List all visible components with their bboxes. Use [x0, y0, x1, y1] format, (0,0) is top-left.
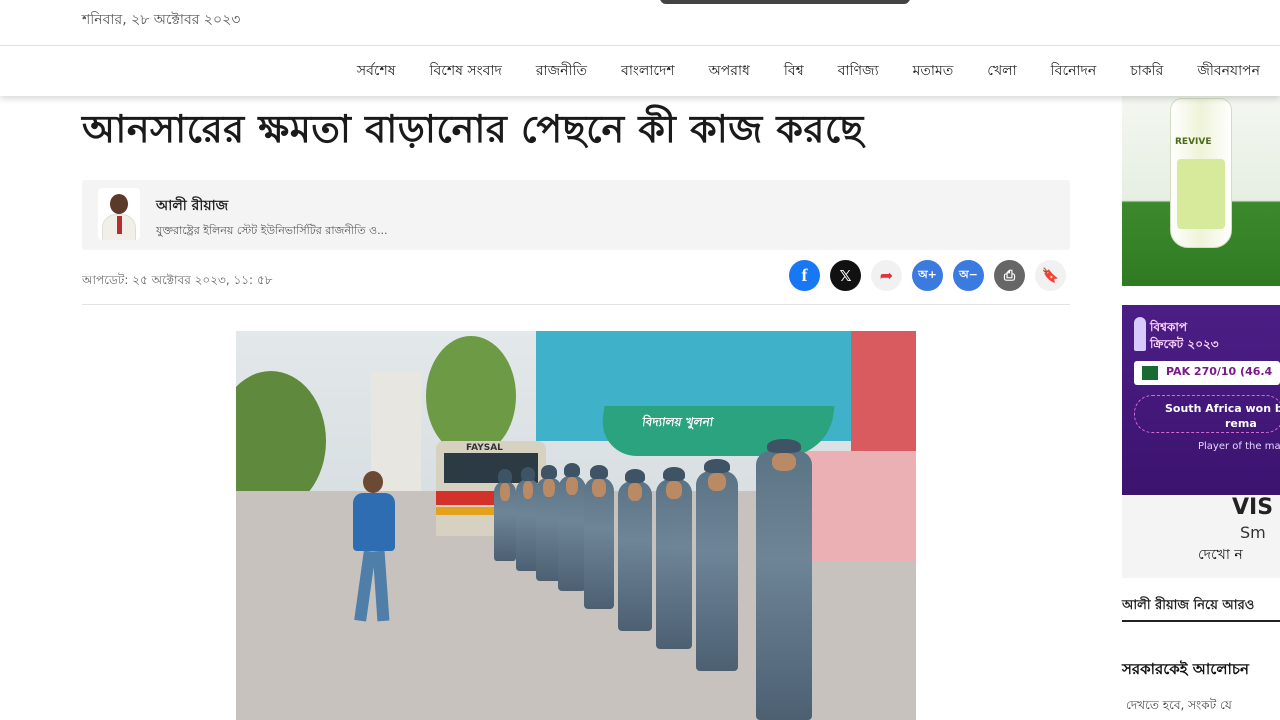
soldier-face [500, 483, 510, 501]
soldier-cap [541, 465, 557, 479]
nav-item-jobs[interactable]: চাকরি [1130, 59, 1163, 83]
photo-soldier [756, 439, 812, 720]
nav-item-sports[interactable]: খেলা [987, 59, 1016, 83]
score-box: PAK 270/10 (46.4 [1134, 361, 1280, 385]
x-icon[interactable]: 𝕏 [830, 260, 861, 291]
nav-list: সর্বশেষ বিশেষ সংবাদ রাজনীতি বাংলাদেশ অপর… [357, 46, 1260, 96]
photo-soldier [618, 469, 652, 631]
soldier-face [592, 479, 606, 497]
soldier-face [771, 453, 797, 471]
facebook-icon[interactable]: f [789, 260, 820, 291]
more-by-author-heading[interactable]: আলী রীয়াজ নিয়ে আরও [1122, 596, 1254, 617]
soldier-face [707, 473, 727, 491]
soldier-face [543, 479, 555, 497]
lotion-bottle: REVIVE [1170, 98, 1232, 248]
walker-head [363, 471, 383, 493]
bottle-label [1177, 159, 1225, 229]
photo-soldier [584, 465, 614, 609]
soldier-cap [498, 469, 512, 483]
soldier-cap [624, 469, 646, 483]
visa-bangla-text: দেখো ন [1198, 547, 1243, 563]
photo-soldier [656, 467, 692, 649]
top-bar: শনিবার, ২৮ অক্টোবর ২০২৩ [0, 0, 1280, 46]
worldcup-title-line1: বিশ্বকাপ [1150, 320, 1187, 334]
author-name[interactable]: আলী রীয়াজ [156, 194, 228, 218]
more-by-underline [1122, 620, 1280, 622]
main-nav: সর্বশেষ বিশেষ সংবাদ রাজনীতি বাংলাদেশ অপর… [0, 46, 1280, 96]
walker-shirt [353, 493, 395, 551]
photo-soldier [696, 459, 738, 671]
author-card[interactable]: আলী রীয়াজ যুক্তরাষ্ট্রের ইলিনয় স্টেট ই… [82, 180, 1070, 250]
soldier-cap [767, 439, 801, 453]
current-date: শনিবার, ২৮ অক্টোবর ২০২৩ [82, 12, 241, 28]
avatar-tie [117, 216, 122, 234]
nav-item-lifestyle[interactable]: জীবনযাপন [1197, 59, 1260, 83]
match-result-text: South Africa won by rema [1165, 401, 1280, 432]
author-description: যুক্তরাষ্ট্রের ইলিনয় স্টেট ইউনিভার্সিটি… [156, 224, 388, 237]
sidebar-ad-cricket[interactable]: বিশ্বকাপ ক্রিকেট ২০২৩ PAK 270/10 (46.4 S… [1122, 305, 1280, 578]
match-result-line2: rema [1225, 417, 1257, 431]
soldier-cap [520, 467, 536, 481]
bus-name: FAYSAL [466, 443, 503, 453]
nav-item-business[interactable]: বাণিজ্য [838, 59, 879, 83]
ad-brand: REVIVE [1175, 137, 1212, 147]
cricket-score-panel: বিশ্বকাপ ক্রিকেট ২০২৩ PAK 270/10 (46.4 S… [1122, 305, 1280, 495]
related-article-excerpt: দেখতে হবে, সংকট যে [1126, 698, 1232, 712]
meta-divider [82, 304, 1070, 305]
visa-sub: Sm [1240, 523, 1266, 542]
soldier-cap [663, 467, 685, 481]
site-logo[interactable] [660, 0, 910, 4]
nav-item-world[interactable]: বিশ্ব [784, 59, 804, 83]
nav-item-opinion[interactable]: মতামত [913, 59, 954, 83]
soldier-face [627, 483, 643, 501]
nav-item-crime[interactable]: অপরাধ [709, 59, 750, 83]
bookmark-icon[interactable]: 🔖 [1035, 260, 1066, 291]
author-avatar[interactable] [98, 188, 140, 240]
photo-pink-wall [801, 451, 916, 561]
sidebar-ad-revive[interactable]: REVIVE [1122, 96, 1280, 286]
visa-ad: VIS Sm দেখো ন [1122, 495, 1280, 578]
soldier-face [522, 481, 534, 499]
avatar-head [110, 194, 128, 214]
updated-time: আপডেট: ২৫ অক্টোবর ২০২৩, ১১: ৫৮ [82, 273, 273, 287]
score-text: PAK 270/10 (46.4 [1166, 365, 1273, 378]
worldcup-title: বিশ্বকাপ ক্রিকেট ২০২৩ [1150, 319, 1219, 353]
pakistan-flag-icon [1142, 366, 1158, 380]
print-icon[interactable]: ⎙ [994, 260, 1025, 291]
player-of-match: Player of the ma [1198, 441, 1280, 452]
share-toolbar: f 𝕏 ➦ অ+ অ− ⎙ 🔖 [789, 260, 1066, 291]
visa-logo: VIS [1232, 495, 1274, 520]
nav-item-entertainment[interactable]: বিনোদন [1051, 59, 1097, 83]
share-icon[interactable]: ➦ [871, 260, 902, 291]
article-headline: আনসারের ক্ষমতা বাড়ানোর পেছনে কী কাজ করছ… [82, 107, 864, 151]
soldier-face [666, 481, 682, 499]
photo-tree-mid [426, 336, 516, 456]
nav-item-bangladesh[interactable]: বাংলাদেশ [621, 59, 675, 83]
font-decrease-icon[interactable]: অ− [953, 260, 984, 291]
nav-item-special[interactable]: বিশেষ সংবাদ [430, 59, 502, 83]
nav-item-politics[interactable]: রাজনীতি [536, 59, 587, 83]
nav-item-latest[interactable]: সর্বশেষ [357, 59, 396, 83]
walker-leg-right [372, 550, 390, 622]
soldier-cap [563, 463, 581, 477]
photo-soldier [494, 469, 516, 561]
soldier-face [565, 477, 579, 495]
soldier-cap [590, 465, 608, 479]
photo-walking-man [349, 471, 399, 622]
related-article-title[interactable]: সরকারকেই আলোচন [1122, 658, 1249, 683]
article-photo[interactable]: বিদ্যালয় খুলনা FAYSAL [236, 331, 916, 720]
font-increase-icon[interactable]: অ+ [912, 260, 943, 291]
match-result: South Africa won by rema [1134, 395, 1280, 433]
photo-pink-building [851, 331, 916, 451]
soldier-cap [704, 459, 730, 473]
worldcup-title-line2: ক্রিকেট ২০২৩ [1150, 336, 1219, 351]
photo-soldier [558, 463, 586, 591]
match-result-line1: South Africa won by [1165, 402, 1280, 415]
trophy-icon [1134, 317, 1146, 351]
gate-sign-text: বিদ্যালয় খুলনা [641, 415, 715, 429]
